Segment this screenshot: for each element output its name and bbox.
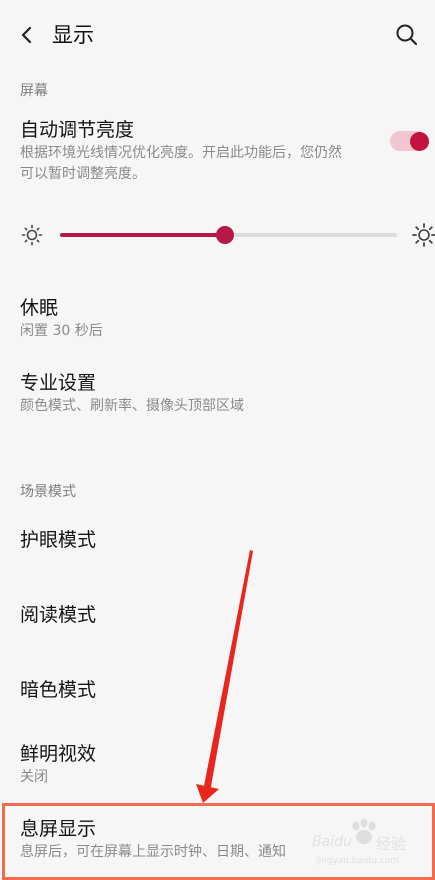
section-header-screen: 屏幕 <box>20 83 48 99</box>
sleep-subtitle: 闲置 30 秒后 <box>20 323 103 339</box>
back-button[interactable] <box>14 20 42 50</box>
baidu-watermark: Baidu 经验 jingyan.baidu.com <box>312 818 412 870</box>
auto-brightness-description-line1: 根据环境光线情况优化亮度。开启此功能后，您仍然 <box>20 145 342 161</box>
dark-mode-item[interactable]: 暗色模式 <box>0 665 435 715</box>
eye-care-mode-item[interactable]: 护眼模式 <box>0 515 435 565</box>
advanced-settings-subtitle: 颜色模式、刷新率、摄像头顶部区域 <box>20 398 244 414</box>
toggle-knob <box>410 132 429 151</box>
vivid-effect-item[interactable]: 鲜明视效 关闭 <box>0 738 435 793</box>
advanced-settings-item[interactable]: 专业设置 颜色模式、刷新率、摄像头顶部区域 <box>0 367 435 422</box>
auto-brightness-toggle[interactable] <box>388 127 432 155</box>
vivid-effect-title: 鲜明视效 <box>20 743 97 765</box>
reading-mode-title: 阅读模式 <box>20 604 97 626</box>
slider-thumb[interactable] <box>216 226 235 244</box>
watermark-label: 经验 <box>376 835 407 853</box>
eye-care-mode-title: 护眼模式 <box>20 529 97 551</box>
auto-brightness-item[interactable]: 自动调节亮度 根据环境光线情况优化亮度。开启此功能后，您仍然 可以暂时调整亮度。 <box>0 112 435 192</box>
reading-mode-item[interactable]: 阅读模式 <box>0 590 435 640</box>
vivid-effect-subtitle: 关闭 <box>20 769 48 785</box>
advanced-settings-title: 专业设置 <box>20 372 97 394</box>
watermark-url: jingyan.baidu.com <box>316 856 400 866</box>
top-app-bar: 显示 <box>0 0 435 70</box>
dark-mode-title: 暗色模式 <box>20 679 97 701</box>
chevron-left-icon <box>21 26 32 44</box>
brightness-slider[interactable] <box>60 222 397 248</box>
section-header-scene-modes: 场景模式 <box>20 484 76 500</box>
search-button[interactable] <box>393 20 421 50</box>
auto-brightness-title: 自动调节亮度 <box>20 119 135 141</box>
search-icon <box>396 24 418 46</box>
slider-fill <box>60 233 226 237</box>
sleep-item[interactable]: 休眠 闲置 30 秒后 <box>0 292 435 347</box>
page-title: 显示 <box>52 23 94 47</box>
sleep-title: 休眠 <box>20 297 59 319</box>
watermark-brand: Baidu <box>312 834 352 850</box>
sun-low-icon <box>21 224 43 246</box>
sun-high-icon <box>412 223 435 247</box>
auto-brightness-description-line2: 可以暂时调整亮度。 <box>20 166 146 182</box>
